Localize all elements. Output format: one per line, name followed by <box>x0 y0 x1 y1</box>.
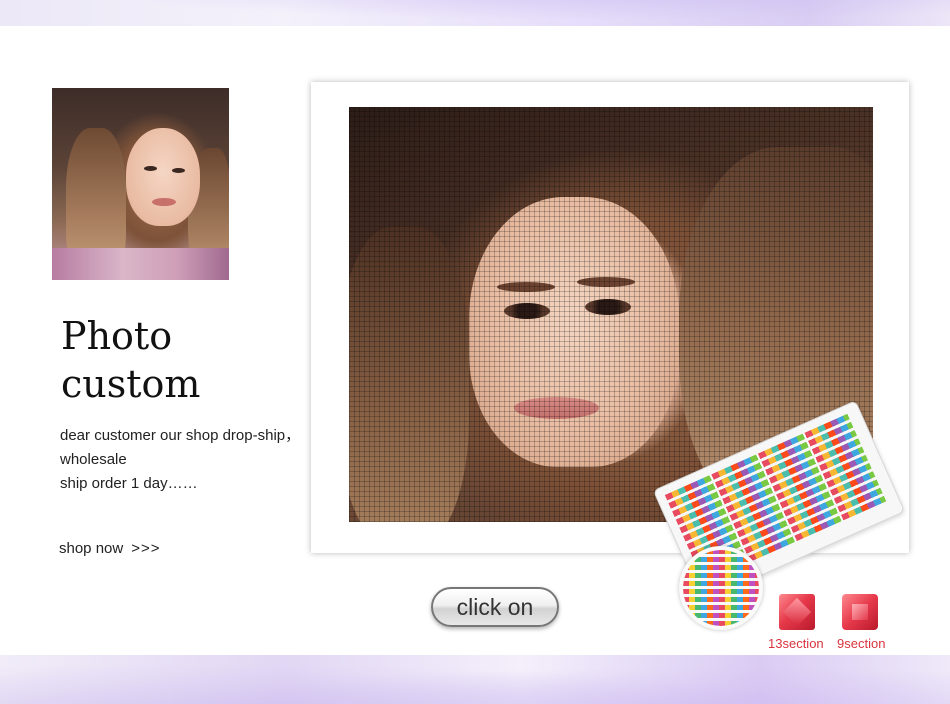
square-drill-label: 13section <box>768 636 824 651</box>
page-title: Photo custom <box>61 312 301 408</box>
description-line-2: wholesale <box>60 451 127 468</box>
title-line-2: custom <box>61 362 201 406</box>
shop-now-link[interactable]: shop now >>> <box>59 540 161 557</box>
shop-now-label: shop now <box>59 540 124 557</box>
photo-face <box>126 128 200 226</box>
closeup-beads <box>683 550 759 626</box>
photo-eye-left <box>144 166 157 171</box>
title-line-1: Photo <box>61 314 173 358</box>
description-line-1: dear customer our shop drop-ship， <box>60 427 301 444</box>
shop-now-arrows: >>> <box>131 540 161 557</box>
bead-closeup-circle <box>679 546 763 630</box>
photo-eye-right <box>172 168 185 173</box>
square-drill-icon <box>779 594 815 630</box>
original-photo <box>52 88 229 280</box>
bottom-decorative-band <box>0 655 950 704</box>
round-drill-label: 9section <box>837 636 886 651</box>
photo-lips <box>152 198 176 206</box>
description-line-3: ship order 1 day…… <box>60 475 198 492</box>
click-on-button[interactable]: click on <box>431 587 559 627</box>
description: dear customer our shop drop-ship， wholes… <box>60 424 320 496</box>
photo-shirt <box>52 248 229 280</box>
round-drill-icon <box>842 594 878 630</box>
top-decorative-band <box>0 0 950 26</box>
